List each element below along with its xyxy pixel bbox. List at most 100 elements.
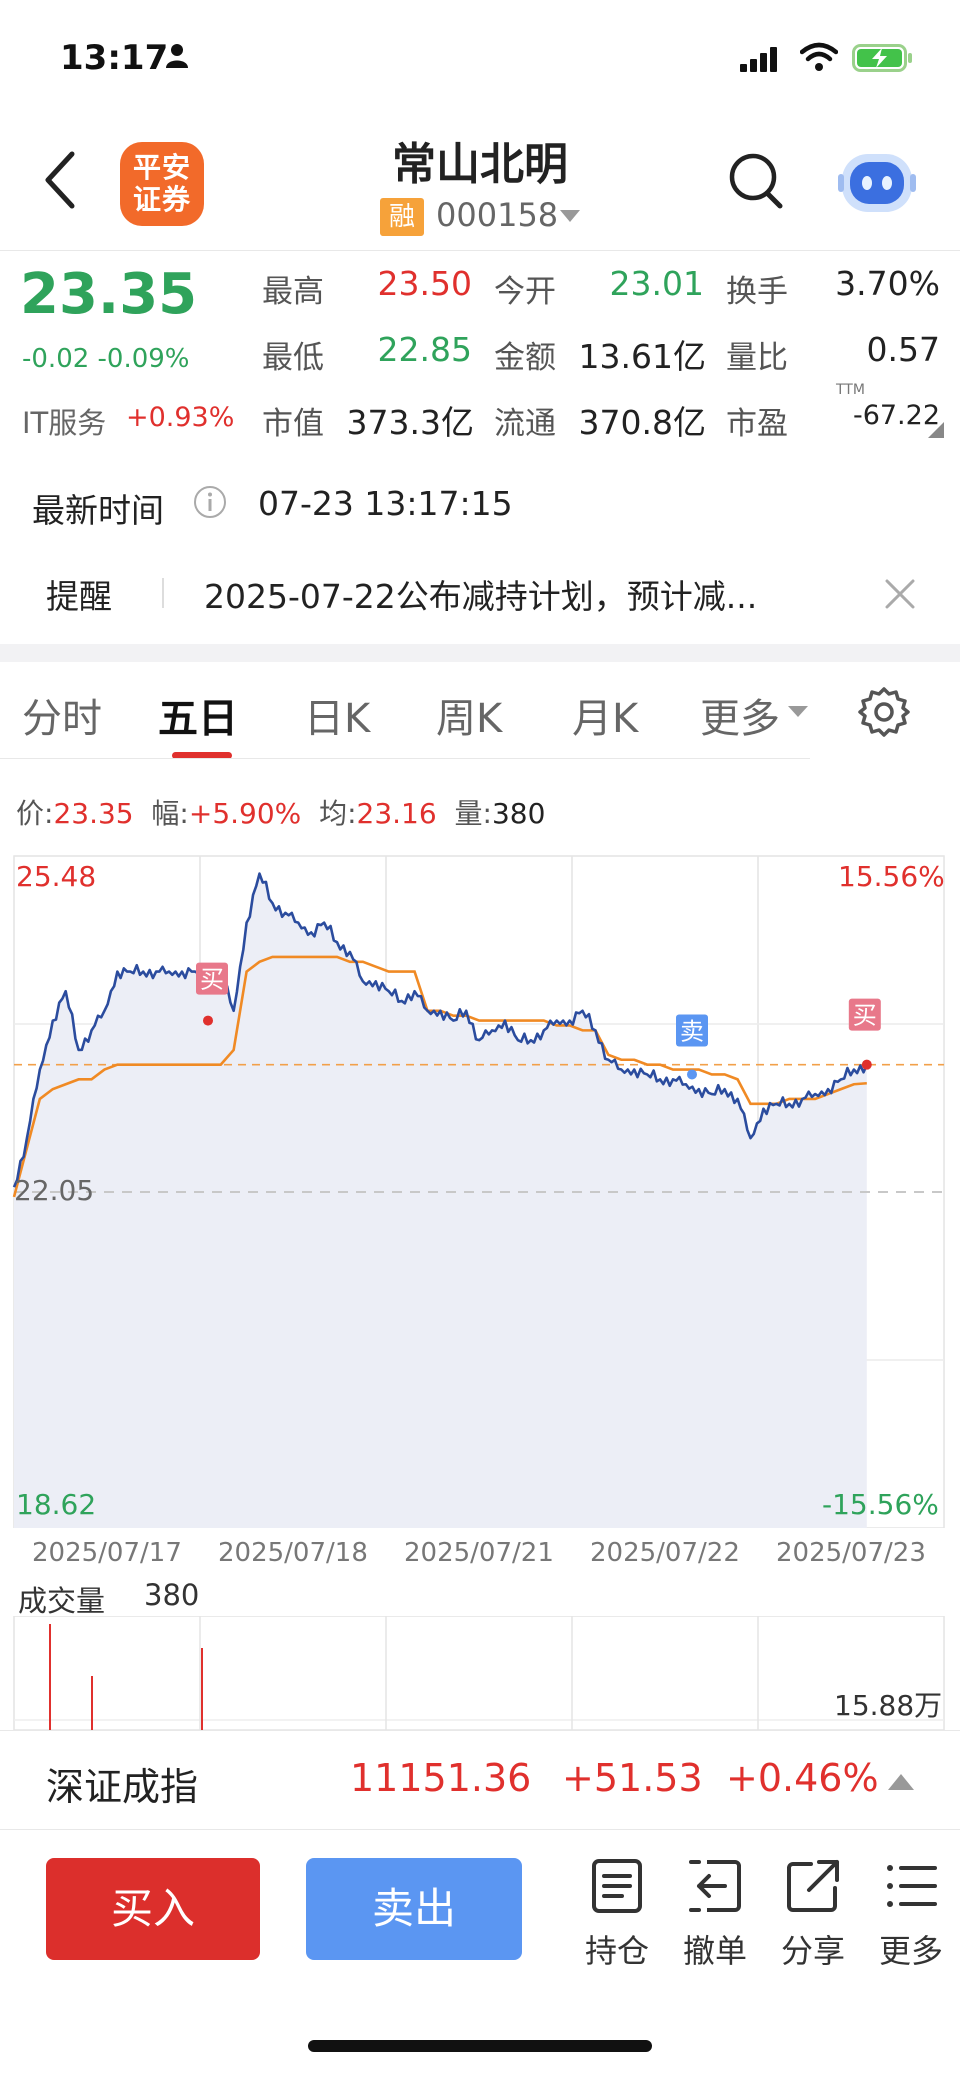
y-axis-mid-label: 22.05	[14, 1174, 95, 1207]
buy-button[interactable]: 买入	[46, 1858, 260, 1960]
avg-info-label: 均:	[319, 797, 357, 830]
high-label: 最高	[262, 274, 324, 310]
more-menu-button[interactable]: 更多	[866, 1856, 956, 1972]
cancel-order-label: 撤单	[682, 1932, 747, 1970]
sector-change[interactable]: +0.93%	[126, 402, 234, 433]
wifi-icon	[800, 42, 838, 71]
stock-name: 常山北明	[392, 139, 568, 190]
x-axis-date-label: 2025/07/22	[590, 1538, 740, 1568]
market-cap-label: 市值	[262, 406, 324, 442]
more-label: 更多	[878, 1932, 943, 1970]
close-icon[interactable]	[884, 578, 916, 610]
gear-icon[interactable]	[858, 686, 910, 738]
signal-icon	[740, 47, 777, 72]
broker-logo-text-2: 证券	[132, 183, 191, 216]
broker-logo: 平安 证券	[120, 142, 204, 226]
status-time: 13:17	[60, 38, 169, 78]
price-info-value: 23.35	[53, 797, 134, 830]
last-price: 23.35	[20, 262, 198, 327]
index-name[interactable]: 深证成指	[46, 1756, 198, 1811]
chevron-down-icon[interactable]	[788, 706, 808, 717]
float-cap-value: 370.8亿	[578, 403, 706, 442]
sell-button[interactable]: 卖出	[306, 1858, 522, 1960]
robot-assistant-icon[interactable]	[838, 150, 916, 216]
tab-intraday[interactable]: 分时	[22, 686, 102, 744]
market-cap-value: 373.3亿	[346, 403, 474, 442]
positions-label: 持仓	[584, 1932, 649, 1970]
tabs-divider	[0, 758, 810, 759]
share-icon	[787, 1860, 839, 1912]
low-value: 22.85	[377, 330, 472, 369]
share-button[interactable]: 分享	[768, 1856, 858, 1972]
info-icon[interactable]	[192, 484, 228, 520]
header-divider	[0, 250, 960, 251]
share-label: 分享	[780, 1932, 845, 1970]
range-info-value: +5.90%	[188, 797, 302, 830]
y-axis-max-label: 25.48	[16, 860, 97, 893]
broker-logo-text-1: 平安	[132, 151, 191, 184]
section-separator	[0, 644, 960, 662]
home-indicator	[308, 2040, 652, 2052]
y-axis-min-label: 18.62	[16, 1488, 97, 1521]
chevron-up-icon[interactable]	[888, 1774, 914, 1790]
volume-label: 成交量	[18, 1584, 106, 1618]
menu-icon	[887, 1865, 937, 1907]
svg-text:卖: 卖	[680, 1017, 704, 1045]
stock-code[interactable]: 000158	[436, 196, 558, 234]
volume-ratio-value: 0.57	[866, 330, 940, 369]
reminder-separator	[162, 578, 164, 608]
cancel-order-button[interactable]: 撤单	[670, 1856, 760, 1972]
pe-value: -67.22	[852, 400, 940, 431]
x-axis-date-label: 2025/07/23	[776, 1538, 926, 1568]
avg-info-value: 23.16	[356, 797, 437, 830]
volume-chart[interactable]	[0, 1616, 960, 1730]
latest-time-value: 07-23 13:17:15	[258, 484, 513, 523]
index-change-pct: +0.46%	[726, 1756, 879, 1800]
expand-corner-icon[interactable]	[928, 422, 944, 438]
price-info-label: 价:	[16, 797, 54, 830]
turnover-value: 3.70%	[835, 264, 940, 303]
chevron-down-icon[interactable]	[560, 210, 580, 222]
vol-info-label: 量:	[454, 797, 492, 830]
tab-weekly-k[interactable]: 周K	[436, 686, 502, 744]
chart-crosshair-info: 价:23.35 幅:+5.90% 均:23.16 量:380	[16, 792, 545, 832]
svg-text:买: 买	[200, 966, 224, 994]
cancel-order-icon	[689, 1860, 741, 1912]
positions-button[interactable]: 持仓	[572, 1856, 662, 1972]
price-chart[interactable]: 买卖 买	[0, 848, 960, 1528]
low-label: 最低	[262, 340, 324, 376]
tab-monthly-k[interactable]: 月K	[572, 686, 638, 744]
pe-ttm-superscript: TTM	[836, 382, 865, 398]
latest-time-label: 最新时间	[32, 491, 164, 530]
volume-max-label: 15.88万	[834, 1689, 943, 1722]
pe-label: 市盈	[726, 406, 788, 442]
search-icon[interactable]	[728, 152, 784, 210]
buy-marker[interactable]: 买	[848, 998, 881, 1070]
reminder-label: 提醒	[46, 577, 112, 616]
back-icon[interactable]	[42, 150, 78, 210]
tab-5day[interactable]: 五日	[158, 686, 238, 744]
x-axis-date-label: 2025/07/21	[404, 1538, 554, 1568]
volume-value: 380	[144, 1578, 200, 1612]
sector-name[interactable]: IT服务	[22, 400, 106, 442]
tab-more[interactable]: 更多	[700, 686, 780, 744]
tab-daily-k[interactable]: 日K	[304, 686, 370, 744]
person-icon	[166, 44, 188, 68]
vol-info-value: 380	[491, 797, 546, 830]
margin-badge: 融	[380, 198, 424, 236]
y-axis-right-max-label: 15.56%	[838, 860, 945, 893]
volume-ratio-label: 量比	[726, 340, 788, 376]
index-value: 11151.36	[350, 1756, 532, 1800]
range-info-label: 幅:	[151, 797, 189, 830]
x-axis-date-label: 2025/07/17	[32, 1538, 182, 1568]
reminder-text[interactable]: 2025-07-22公布减持计划，预计减...	[204, 570, 757, 618]
position-icon	[592, 1859, 642, 1913]
open-label: 今开	[494, 274, 556, 310]
y-axis-right-min-label: -15.56%	[822, 1488, 939, 1521]
svg-text:买: 买	[853, 1002, 877, 1030]
amount-label: 金额	[494, 340, 556, 376]
amount-value: 13.61亿	[578, 337, 706, 376]
float-cap-label: 流通	[494, 406, 556, 442]
high-value: 23.50	[377, 264, 472, 303]
x-axis-date-label: 2025/07/18	[218, 1538, 368, 1568]
